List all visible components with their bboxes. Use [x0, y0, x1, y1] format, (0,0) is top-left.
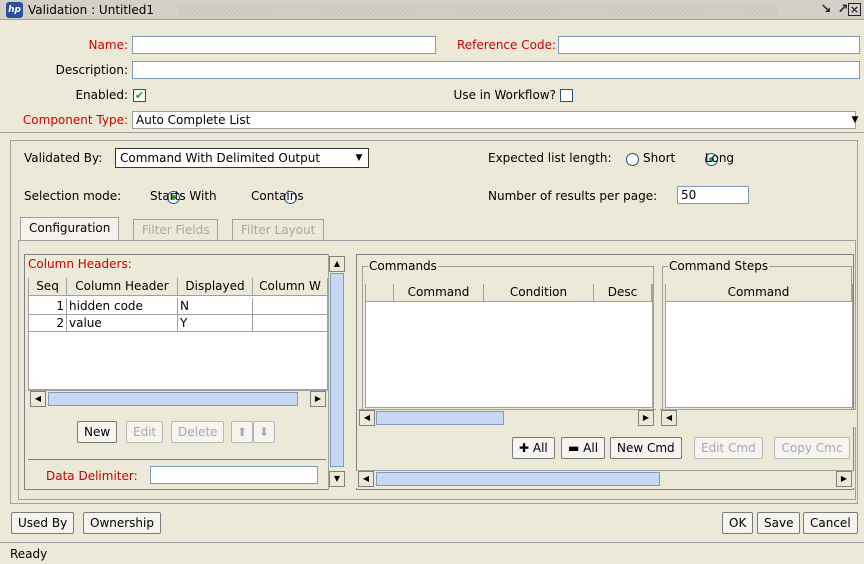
component-type-select[interactable]: Auto Complete List: [132, 111, 856, 129]
validated-by-label: Validated By:: [24, 151, 103, 165]
window-title: Validation : Untitled1: [28, 3, 155, 17]
list-length-long-label: Long: [705, 151, 735, 165]
close-icon[interactable]: ×: [848, 3, 861, 16]
table-row-2-width[interactable]: [253, 315, 328, 332]
remove-all-button[interactable]: ▬ All: [561, 437, 606, 459]
data-delimiter-field[interactable]: [150, 466, 318, 484]
enabled-label: Enabled:: [75, 88, 128, 102]
col-header-column-width[interactable]: Column W: [253, 278, 328, 296]
scroll-right-icon[interactable]: ▶: [310, 391, 326, 407]
scroll-thumb[interactable]: [376, 411, 504, 425]
used-by-button[interactable]: Used By: [11, 512, 75, 534]
hp-logo-icon: hp: [6, 2, 23, 18]
tab-filter-fields[interactable]: Filter Fields: [133, 219, 219, 241]
tab-configuration[interactable]: Configuration: [20, 217, 120, 241]
expected-list-length-label: Expected list length:: [488, 151, 612, 165]
plus-icon: ✚: [519, 441, 530, 455]
save-button[interactable]: Save: [757, 512, 801, 534]
title-bar: hp Validation : Untitled1 ↘ ↗ ×: [0, 0, 864, 20]
move-down-icon[interactable]: ⬇: [253, 421, 275, 443]
results-per-page-label: Number of results per page:: [488, 189, 658, 203]
edit-cmd-button[interactable]: Edit Cmd: [694, 437, 763, 459]
commands-title: Commands: [368, 259, 438, 273]
remove-all-label: All: [583, 441, 599, 455]
component-type-label: Component Type:: [22, 113, 128, 127]
scroll-thumb[interactable]: [376, 472, 660, 486]
scroll-left-icon[interactable]: ◀: [30, 391, 46, 407]
commands-corner: [366, 284, 394, 302]
cancel-button[interactable]: Cancel: [803, 512, 858, 534]
name-label: Name:: [88, 38, 128, 52]
name-field[interactable]: [132, 36, 436, 54]
col-header-condition[interactable]: Condition: [484, 284, 594, 302]
validated-by-value: Command With Delimited Output: [120, 151, 321, 165]
scroll-right-icon[interactable]: ▶: [638, 410, 654, 426]
ok-button[interactable]: OK: [722, 512, 754, 534]
command-steps-hscrollbar[interactable]: [660, 409, 856, 427]
column-headers-title: Column Headers:: [28, 257, 132, 271]
selection-mode-label: Selection mode:: [24, 189, 122, 203]
reference-code-field[interactable]: [558, 36, 860, 54]
data-delimiter-label: Data Delimiter:: [46, 469, 138, 483]
table-row-2-displayed[interactable]: Y: [178, 315, 253, 332]
list-length-short-label: Short: [643, 151, 676, 165]
edit-button[interactable]: Edit: [126, 421, 164, 443]
list-length-short-radio[interactable]: [626, 153, 639, 166]
scroll-left-icon[interactable]: ◀: [358, 471, 374, 487]
description-label: Description:: [55, 63, 128, 77]
scroll-thumb[interactable]: [48, 392, 298, 406]
selection-starts-with-label: Starts With: [150, 189, 217, 203]
enabled-checkbox[interactable]: ✔: [133, 89, 146, 102]
scroll-left-icon[interactable]: ◀: [359, 410, 375, 426]
validated-by-select[interactable]: Command With Delimited Output: [115, 148, 369, 168]
splitter[interactable]: [346, 254, 356, 490]
col-header-command[interactable]: Command: [394, 284, 484, 302]
copy-cmd-button[interactable]: Copy Cmc: [774, 437, 850, 459]
results-per-page-field[interactable]: 50: [677, 186, 749, 204]
command-steps-table: [665, 284, 853, 408]
description-field[interactable]: [132, 61, 860, 79]
table-row-1-width[interactable]: [253, 298, 328, 315]
divider: [0, 132, 864, 133]
scroll-left-icon[interactable]: ◀: [661, 410, 677, 426]
table-row-1-header[interactable]: hidden code: [67, 298, 178, 315]
new-button[interactable]: New: [77, 421, 118, 443]
status-divider: [0, 542, 864, 543]
minus-icon: ▬: [568, 441, 580, 455]
command-steps-title: Command Steps: [668, 259, 770, 273]
move-up-icon[interactable]: ⬆: [231, 421, 253, 443]
vscroll-thumb[interactable]: [330, 273, 344, 467]
col-header-displayed[interactable]: Displayed: [178, 278, 253, 296]
scroll-right-icon[interactable]: ▶: [836, 471, 852, 487]
table-row-2-header[interactable]: value: [67, 315, 178, 332]
table-row-1-seq[interactable]: 1: [29, 298, 67, 315]
scroll-down-icon[interactable]: ▼: [329, 471, 345, 487]
reference-code-label: Reference Code:: [456, 38, 556, 52]
col-header-description[interactable]: Desc: [594, 284, 652, 302]
add-all-label: All: [532, 441, 548, 455]
new-cmd-button[interactable]: New Cmd: [610, 437, 682, 459]
title-grip: [178, 4, 778, 16]
ownership-button[interactable]: Ownership: [83, 512, 161, 534]
add-all-button[interactable]: ✚ All: [512, 437, 555, 459]
scroll-up-icon[interactable]: ▲: [329, 256, 345, 272]
table-row-1-displayed[interactable]: N: [178, 298, 253, 315]
status-text: Ready: [10, 547, 48, 561]
table-row-2-seq[interactable]: 2: [29, 315, 67, 332]
validated-by-dropdown-icon[interactable]: ▼: [350, 148, 368, 168]
tab-filter-layout[interactable]: Filter Layout: [232, 219, 325, 241]
use-in-workflow-checkbox[interactable]: [560, 89, 573, 102]
selection-contains-label: Contains: [251, 189, 304, 203]
use-in-workflow-label: Use in Workflow?: [453, 88, 556, 102]
col-header-step-command[interactable]: Command: [666, 284, 852, 302]
col-header-column-header[interactable]: Column Header: [67, 278, 178, 296]
col-header-seq[interactable]: Seq: [29, 278, 67, 296]
delete-button[interactable]: Delete: [171, 421, 225, 443]
restore-icon[interactable]: ↘: [818, 2, 834, 18]
component-type-dropdown-icon[interactable]: ▼: [848, 110, 862, 130]
commands-table: [365, 284, 653, 408]
